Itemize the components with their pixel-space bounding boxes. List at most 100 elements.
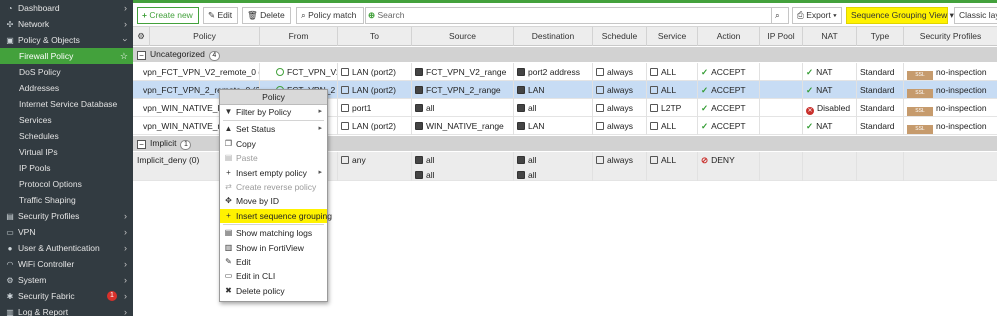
- menu-set-status[interactable]: ▲ Set Status ▸: [220, 122, 327, 136]
- col-security-profiles[interactable]: Security Profiles: [904, 27, 997, 46]
- menu-insert-empty-policy[interactable]: + Insert empty policy ▸: [220, 166, 327, 180]
- cell-to: LAN (port2): [338, 63, 412, 81]
- cell-schedule-text: always: [607, 121, 633, 131]
- trash-icon: ✖: [225, 285, 232, 295]
- cell-from-text: FCT_VPN_V2: [287, 67, 338, 77]
- sequence-grouping-view-button[interactable]: Sequence Grouping View ▾: [846, 7, 954, 24]
- search-input[interactable]: ⊕ Search: [365, 7, 789, 24]
- nav-firewall-policy[interactable]: Firewall Policy ☆: [0, 48, 133, 64]
- nav-network[interactable]: ✣ Network ›: [0, 16, 133, 32]
- cell-nat: ✓ NAT: [803, 63, 857, 81]
- policy-match-button[interactable]: ⌕ Policy match: [296, 7, 364, 24]
- menu-filter-by-policy[interactable]: ▼ Filter by Policy ▸: [220, 105, 327, 119]
- cell-destination: all all: [514, 152, 593, 181]
- cell-service: ALL: [647, 63, 698, 81]
- menu-label: Show matching logs: [236, 228, 313, 239]
- col-destination[interactable]: Destination: [514, 27, 593, 46]
- cell-type: Standard: [857, 81, 904, 99]
- menu-show-matching-logs[interactable]: ▤ Show matching logs: [220, 226, 327, 240]
- menu-insert-sequence-grouping[interactable]: + Insert sequence grouping: [220, 208, 332, 224]
- export-button[interactable]: ⎙ Export ▾: [792, 7, 842, 24]
- menu-show-in-fortiview[interactable]: ▥ Show in FortiView: [220, 241, 327, 255]
- settings-gear-icon[interactable]: ⚙: [133, 27, 150, 46]
- nav-system[interactable]: ⚙ System ›: [0, 272, 133, 288]
- clock-icon: [596, 86, 604, 94]
- delete-button[interactable]: 🗑 Delete: [242, 7, 291, 24]
- chevron-right-icon: ›: [124, 3, 127, 13]
- col-nat[interactable]: NAT: [803, 27, 857, 46]
- group-count-badge: 1: [180, 140, 192, 150]
- cell-to: LAN (port2): [338, 117, 412, 135]
- cell-security-profiles: SSL no-inspection: [904, 63, 997, 81]
- nav-traffic-shaping[interactable]: Traffic Shaping: [0, 192, 133, 208]
- nav-addresses[interactable]: Addresses: [0, 80, 133, 96]
- col-source[interactable]: Source: [412, 27, 514, 46]
- toolbar: + Create new ✎ Edit 🗑 Delete ⌕ Policy ma…: [133, 3, 997, 27]
- vpn-icon: ▭: [6, 228, 14, 237]
- cell-schedule-text: always: [607, 103, 633, 113]
- menu-move-by-id[interactable]: ✥ Move by ID: [220, 194, 327, 208]
- magnifier-icon: ⌕: [775, 10, 780, 20]
- nav-virtual-ips[interactable]: Virtual IPs: [0, 144, 133, 160]
- system-icon: ⚙: [6, 276, 14, 285]
- col-service[interactable]: Service: [647, 27, 698, 46]
- nav-user-authentication[interactable]: ● User & Authentication ›: [0, 240, 133, 256]
- nav-label: VPN: [18, 227, 36, 237]
- menu-edit-in-cli[interactable]: ▭ Edit in CLI: [220, 269, 327, 283]
- ssl-badge-icon: SSL: [907, 107, 933, 116]
- nav-policy-objects[interactable]: ▣ Policy & Objects ›: [0, 32, 133, 48]
- cell-to-text: LAN (port2): [352, 85, 396, 95]
- create-new-button[interactable]: + Create new: [137, 7, 199, 24]
- col-schedule[interactable]: Schedule: [593, 27, 647, 46]
- collapse-icon[interactable]: −: [137, 140, 146, 149]
- menu-copy[interactable]: ❐ Copy: [220, 137, 327, 151]
- search-button[interactable]: ⌕: [771, 7, 789, 24]
- edit-icon: ✎: [225, 256, 232, 266]
- col-to[interactable]: To: [338, 27, 412, 46]
- cell-action-text: ACCEPT: [711, 85, 746, 95]
- cell-schedule: always: [593, 63, 647, 81]
- cell-service-text: ALL: [661, 121, 677, 131]
- nav-internet-service-database[interactable]: Internet Service Database: [0, 96, 133, 112]
- star-icon[interactable]: ☆: [120, 48, 128, 64]
- nav-vpn[interactable]: ▭ VPN ›: [0, 224, 133, 240]
- col-policy[interactable]: Policy: [150, 27, 260, 46]
- trash-icon: 🗑: [247, 10, 258, 20]
- nav-security-fabric[interactable]: ✱ Security Fabric 1 ›: [0, 288, 133, 304]
- edit-button[interactable]: ✎ Edit: [203, 7, 238, 24]
- col-type[interactable]: Type: [857, 27, 904, 46]
- col-ip-pool[interactable]: IP Pool: [760, 27, 803, 46]
- cell-destination: port2 address: [514, 63, 593, 81]
- nav-security-profiles[interactable]: ▤ Security Profiles ›: [0, 208, 133, 224]
- interface-icon: [341, 122, 349, 130]
- menu-label: Set Status: [236, 124, 276, 135]
- nav-services[interactable]: Services: [0, 112, 133, 128]
- collapse-icon[interactable]: −: [137, 51, 146, 60]
- edit-label: Edit: [217, 10, 233, 20]
- user-icon: ●: [7, 244, 13, 253]
- classic-layout-button[interactable]: Classic layout: [954, 7, 997, 24]
- clock-icon: [596, 68, 604, 76]
- table-row[interactable]: vpn_FCT_VPN_V2_remote_0 (1) FCT_VPN_V2 L…: [133, 63, 997, 81]
- cell-action: ⊘ DENY: [698, 152, 760, 181]
- address-range-icon: [415, 86, 423, 94]
- menu-edit[interactable]: ✎ Edit: [220, 255, 327, 269]
- search-placeholder: Search: [377, 10, 405, 20]
- col-action[interactable]: Action: [698, 27, 760, 46]
- cell-nat-text: NAT: [816, 85, 833, 95]
- cell-service-text: ALL: [661, 155, 677, 165]
- cell-source: WIN_NATIVE_range: [412, 117, 514, 135]
- menu-delete-policy[interactable]: ✖ Delete policy: [220, 284, 327, 298]
- add-filter-icon[interactable]: ⊕: [368, 10, 375, 20]
- nav-ip-pools[interactable]: IP Pools: [0, 160, 133, 176]
- nav-schedules[interactable]: Schedules: [0, 128, 133, 144]
- nav-wifi-controller[interactable]: ◠ WiFi Controller ›: [0, 256, 133, 272]
- group-uncategorized[interactable]: − Uncategorized 4: [133, 47, 997, 62]
- nav-protocol-options[interactable]: Protocol Options: [0, 176, 133, 192]
- nav-label: Schedules: [19, 131, 59, 141]
- nav-dos-policy[interactable]: DoS Policy: [0, 64, 133, 80]
- col-from[interactable]: From: [260, 27, 338, 46]
- nav-log-report[interactable]: ▥ Log & Report ›: [0, 304, 133, 316]
- nav-dashboard[interactable]: ◔ Dashboard ›: [0, 0, 133, 16]
- nav-label: Internet Service Database: [19, 99, 118, 109]
